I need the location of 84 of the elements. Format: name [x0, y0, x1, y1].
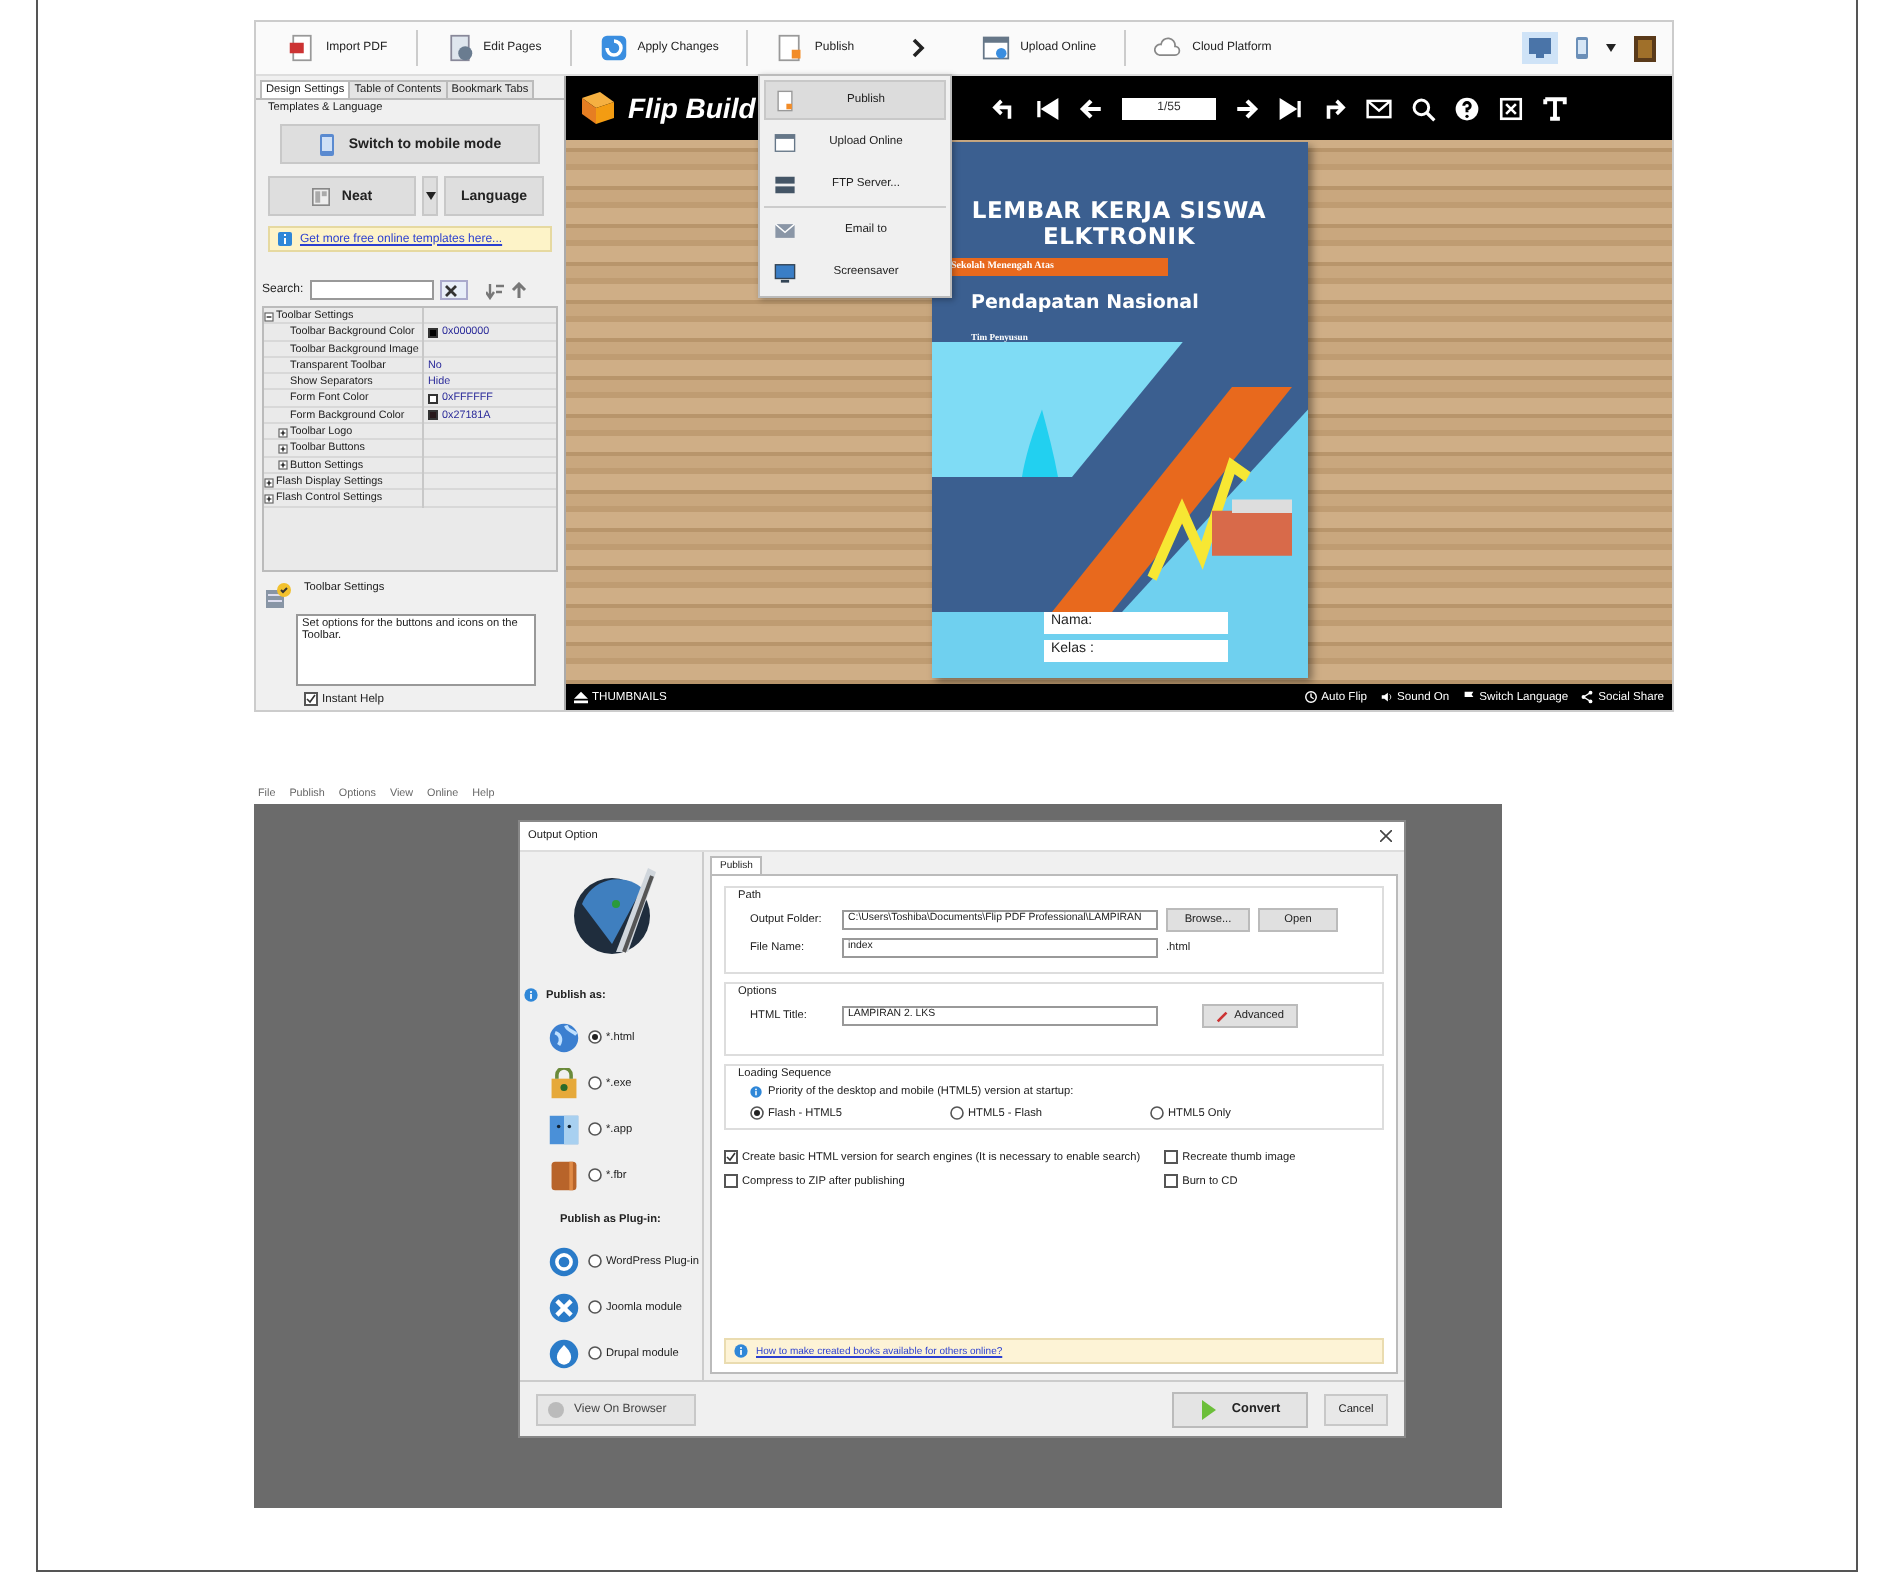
- checkbox[interactable]: [724, 1174, 738, 1188]
- checkbox[interactable]: [1164, 1150, 1179, 1164]
- radio-button[interactable]: [588, 1122, 602, 1136]
- radio-button[interactable]: [588, 1030, 602, 1044]
- redo-icon[interactable]: [1322, 95, 1348, 121]
- radio-button[interactable]: [750, 1106, 764, 1120]
- info-icon: [750, 1086, 762, 1098]
- padlock-box-icon: [548, 1067, 580, 1099]
- publisher-logo-icon: [572, 864, 660, 960]
- viewer-title: Flip Build: [628, 92, 756, 124]
- window-icon: [774, 131, 796, 153]
- info-icon: [278, 232, 292, 246]
- collapse-icon[interactable]: [264, 311, 274, 322]
- book-title: LEMBAR KERJA SISWA ELKTRONIK: [969, 198, 1269, 250]
- expand-icon[interactable]: [264, 477, 274, 488]
- checkbox[interactable]: [724, 1150, 738, 1164]
- expand-icon[interactable]: [278, 460, 288, 471]
- sort-up-icon[interactable]: [509, 281, 528, 299]
- expand-icon[interactable]: [278, 427, 288, 438]
- desktop-view-button[interactable]: [1522, 32, 1558, 64]
- radio-button[interactable]: [588, 1254, 602, 1268]
- document-icon: [776, 34, 805, 62]
- document-icon: [445, 34, 474, 62]
- checkbox[interactable]: [304, 692, 318, 706]
- drupal-icon: [548, 1337, 580, 1369]
- window-icon: [982, 34, 1011, 62]
- expand-icon[interactable]: [264, 493, 274, 504]
- folder-logo-icon: [578, 90, 618, 126]
- wand-icon: [1216, 1009, 1229, 1023]
- share-icon[interactable]: [1580, 690, 1595, 704]
- phone-icon: [1570, 36, 1594, 60]
- radio-button[interactable]: [588, 1076, 602, 1090]
- text-icon[interactable]: [1542, 95, 1568, 121]
- server-icon: [774, 173, 796, 195]
- wordpress-icon: [548, 1245, 580, 1277]
- book-icon: [548, 1159, 580, 1191]
- close-button[interactable]: [1380, 828, 1396, 844]
- joomla-icon: [548, 1291, 580, 1323]
- settings-help-icon: [264, 582, 292, 610]
- checkmark-icon: [726, 1152, 736, 1162]
- speaker-icon[interactable]: [1379, 690, 1394, 704]
- info-icon: [734, 1344, 748, 1358]
- info-icon: [524, 988, 538, 1002]
- face-window-icon: [548, 1113, 580, 1145]
- layout-icon: [311, 185, 330, 207]
- undo-icon[interactable]: [990, 95, 1016, 121]
- next-page-icon[interactable]: [1234, 95, 1260, 121]
- clear-icon: [441, 282, 460, 300]
- clear-search-button[interactable]: [439, 280, 468, 300]
- document-icon: [774, 89, 796, 111]
- help-icon[interactable]: [1454, 95, 1480, 121]
- cloud-icon: [1154, 34, 1183, 62]
- first-page-icon[interactable]: [1034, 95, 1060, 121]
- radio-button[interactable]: [588, 1300, 602, 1314]
- refresh-icon: [599, 34, 628, 62]
- checkmark-icon: [306, 694, 316, 704]
- book-icon[interactable]: [1634, 35, 1656, 61]
- dropdown-button[interactable]: [422, 176, 438, 216]
- eject-icon[interactable]: [574, 690, 588, 704]
- sort-down-icon[interactable]: [485, 281, 504, 299]
- last-page-icon[interactable]: [1278, 95, 1304, 121]
- envelope-icon: [774, 219, 796, 241]
- monitor-icon: [1528, 36, 1552, 60]
- monitor-icon: [774, 261, 796, 283]
- fullscreen-icon[interactable]: [1498, 95, 1524, 121]
- search-icon[interactable]: [1410, 95, 1436, 121]
- checkbox[interactable]: [1164, 1174, 1179, 1188]
- radio-button[interactable]: [588, 1346, 602, 1360]
- play-icon: [1199, 1399, 1216, 1419]
- book-subject: Pendapatan Nasional: [971, 292, 1201, 314]
- mail-icon[interactable]: [1366, 95, 1392, 121]
- phone-icon: [318, 133, 337, 155]
- expand-icon[interactable]: [278, 444, 288, 455]
- pdf-file-icon: [288, 34, 316, 62]
- clock-icon[interactable]: [1303, 690, 1318, 704]
- chevron-icon: [910, 38, 927, 58]
- radio-button[interactable]: [1150, 1106, 1164, 1120]
- close-icon: [1380, 830, 1392, 842]
- caret-icon: [425, 192, 435, 200]
- caret-icon[interactable]: [1606, 44, 1616, 52]
- radio-button[interactable]: [588, 1168, 602, 1182]
- previous-page-icon[interactable]: [1078, 95, 1104, 121]
- radio-button[interactable]: [950, 1106, 964, 1120]
- search-field[interactable]: [309, 280, 434, 300]
